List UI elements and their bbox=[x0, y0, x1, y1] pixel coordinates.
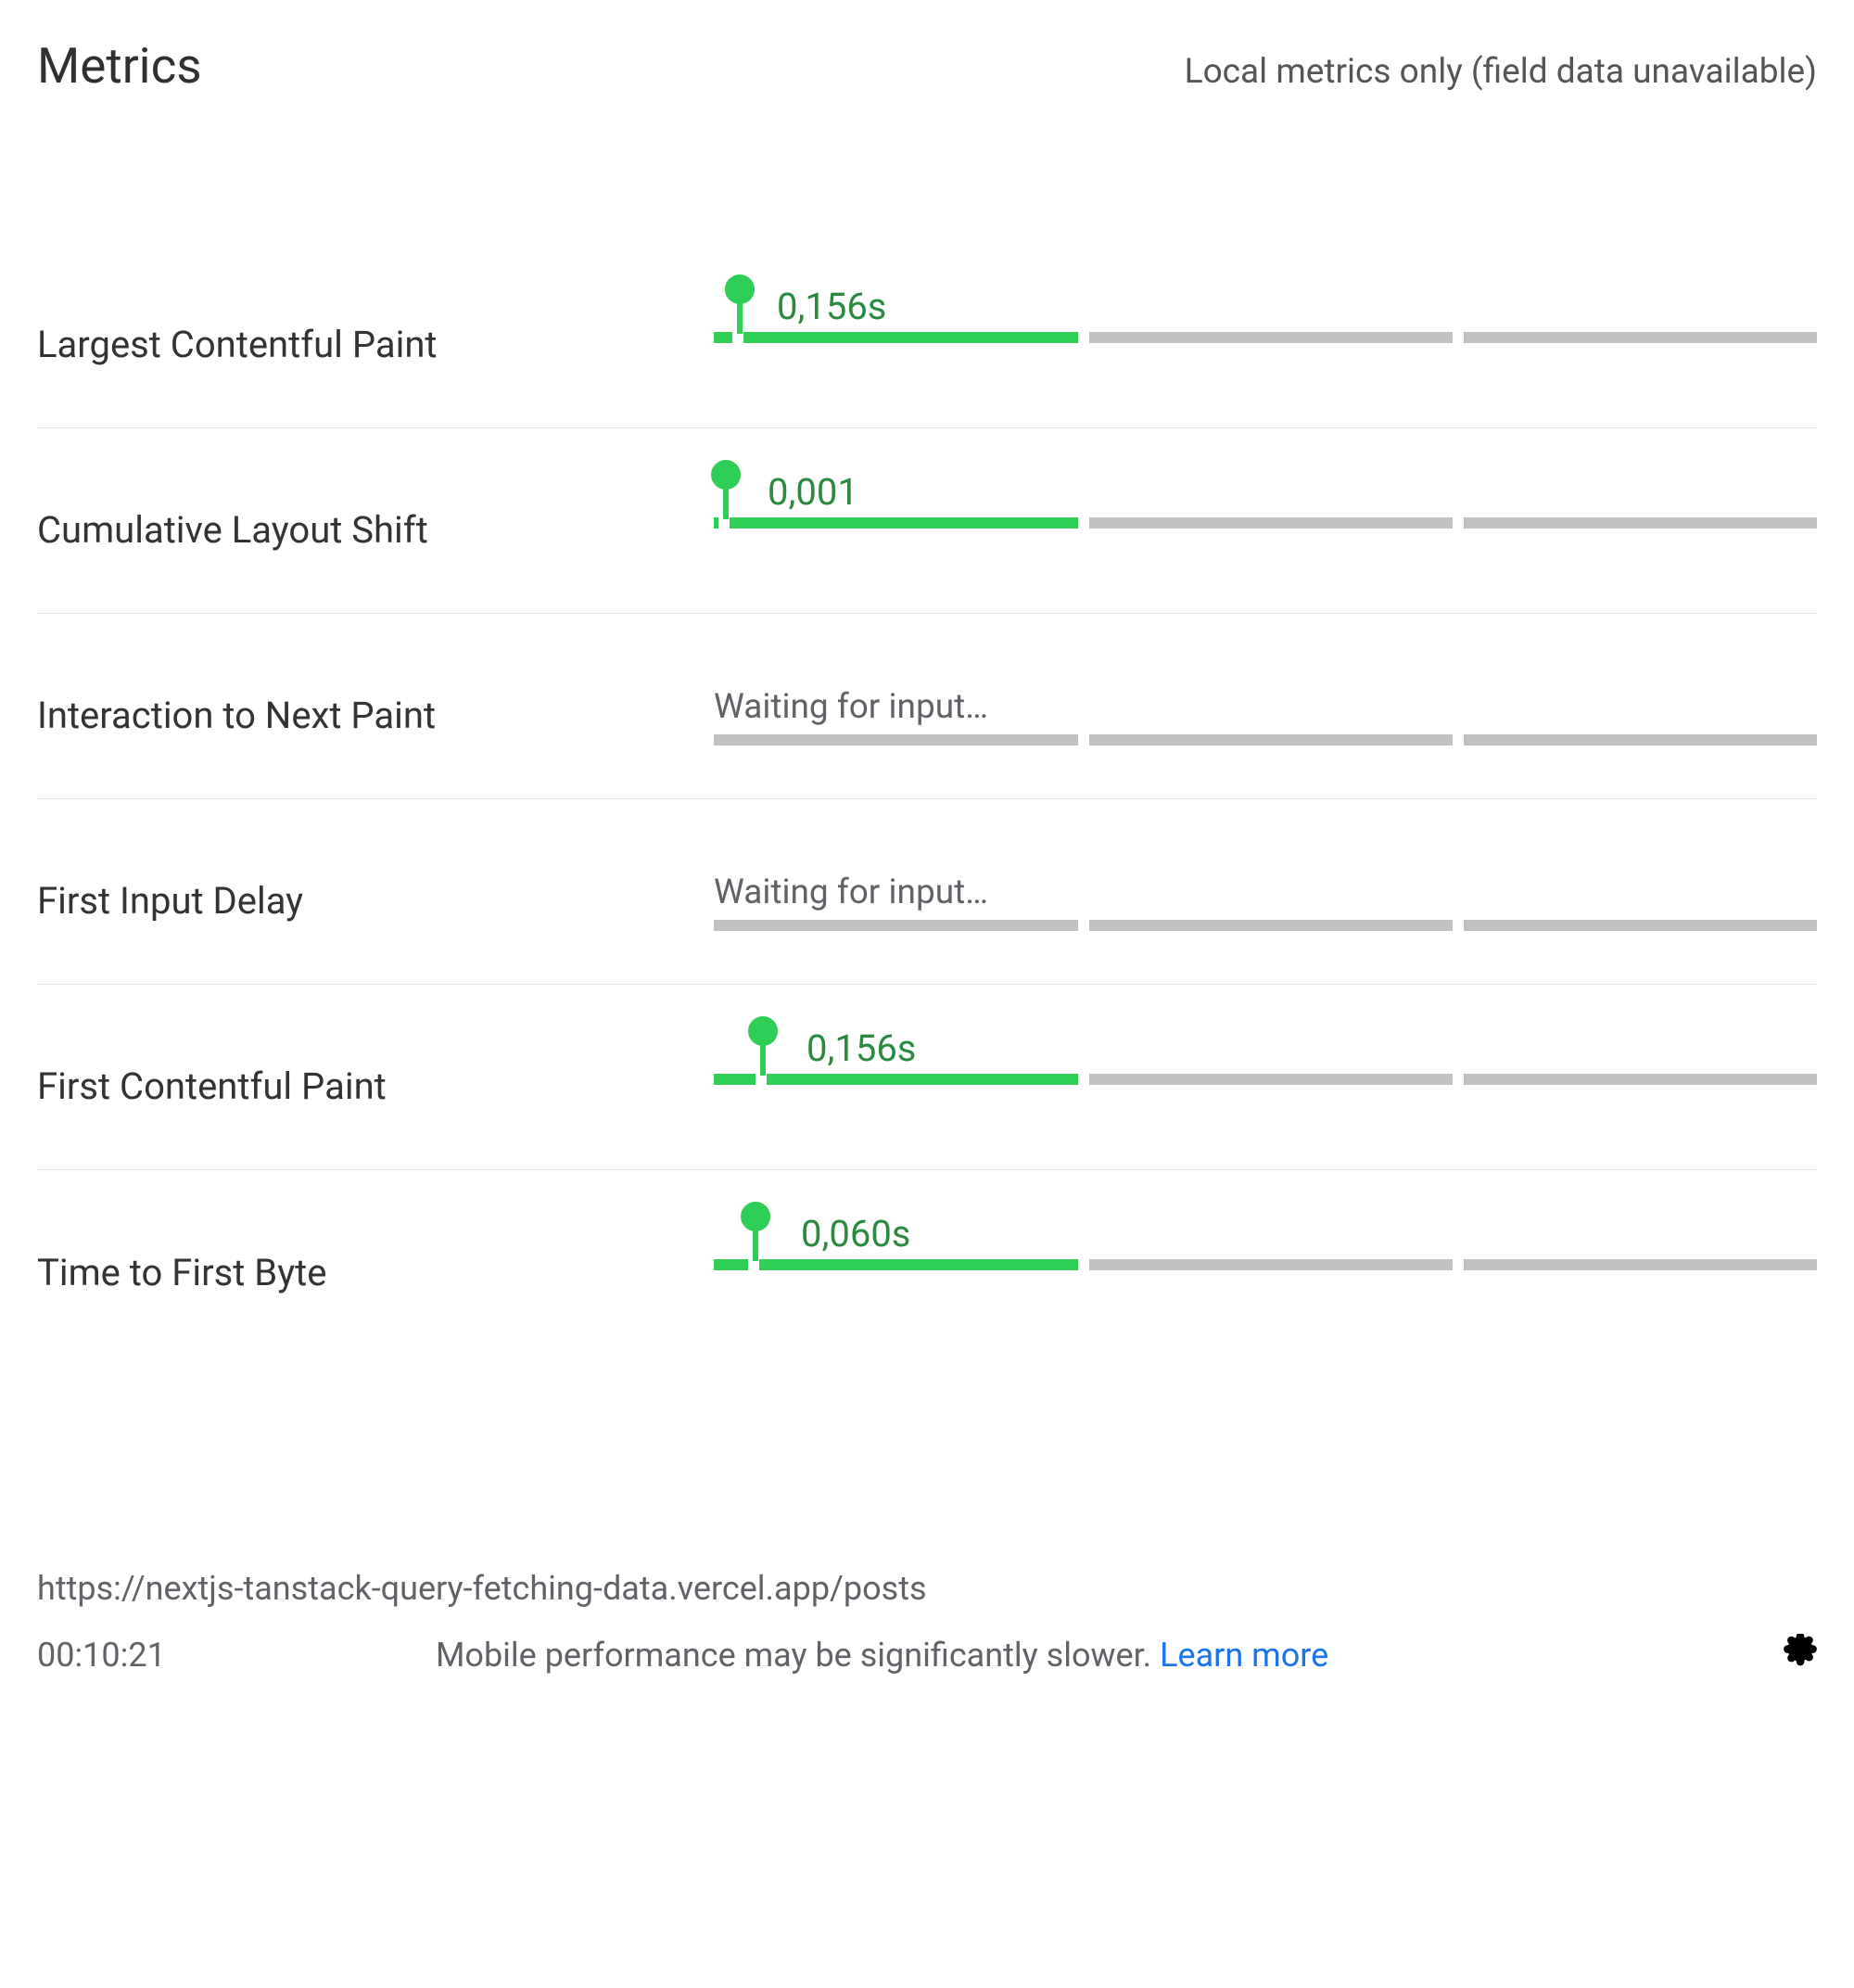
metric-track bbox=[714, 734, 1817, 746]
metric-marker bbox=[723, 480, 729, 519]
metric-label: First Contentful Paint bbox=[37, 1046, 714, 1108]
mobile-warning-text: Mobile performance may be significantly … bbox=[436, 1636, 1160, 1675]
metric-chart: 0,060s bbox=[714, 1183, 1817, 1343]
elapsed-time: 00:10:21 bbox=[37, 1636, 436, 1675]
metric-track bbox=[714, 1074, 1817, 1085]
metric-segment bbox=[1464, 734, 1817, 746]
metric-segment bbox=[1089, 920, 1454, 931]
metric-label: Interaction to Next Paint bbox=[37, 675, 714, 737]
metric-segment-good bbox=[743, 332, 1078, 343]
metric-segment bbox=[1089, 734, 1454, 746]
metric-value: 0,156s bbox=[777, 285, 886, 328]
metric-row[interactable]: Largest Contentful Paint 0,156s bbox=[37, 243, 1817, 428]
metric-label: Largest Contentful Paint bbox=[37, 304, 714, 366]
metric-segment bbox=[714, 734, 1078, 746]
metric-segment-mid bbox=[1089, 332, 1454, 343]
metric-marker bbox=[737, 295, 743, 334]
gear-icon bbox=[1784, 1634, 1817, 1667]
metric-label: Cumulative Layout Shift bbox=[37, 490, 714, 552]
mobile-warning: Mobile performance may be significantly … bbox=[436, 1636, 1784, 1675]
page-title: Metrics bbox=[37, 37, 202, 95]
metric-track bbox=[714, 920, 1817, 931]
settings-button[interactable] bbox=[1784, 1634, 1817, 1676]
metric-marker bbox=[753, 1222, 758, 1261]
metric-segment bbox=[1464, 920, 1817, 931]
metric-row[interactable]: First Input DelayWaiting for input… bbox=[37, 799, 1817, 985]
metric-segment bbox=[714, 920, 1078, 931]
metric-marker bbox=[760, 1037, 766, 1076]
metric-track bbox=[714, 1259, 1817, 1270]
metric-segment-lead bbox=[714, 332, 732, 343]
metric-segment-poor bbox=[1464, 1259, 1817, 1270]
metrics-subtitle: Local metrics only (field data unavailab… bbox=[1185, 52, 1817, 92]
metric-row[interactable]: Interaction to Next PaintWaiting for inp… bbox=[37, 614, 1817, 799]
metric-segment-mid bbox=[1089, 1259, 1454, 1270]
metric-segment-lead bbox=[714, 1259, 748, 1270]
metric-row[interactable]: Time to First Byte 0,060s bbox=[37, 1170, 1817, 1356]
metric-chart: 0,156s bbox=[714, 998, 1817, 1156]
footer: https://nextjs-tanstack-query-fetching-d… bbox=[37, 1569, 1817, 1676]
metric-value: 0,001 bbox=[768, 470, 858, 514]
metric-segment-good bbox=[767, 1074, 1078, 1085]
metric-segment-poor bbox=[1464, 1074, 1817, 1085]
metric-chart: Waiting for input… bbox=[714, 812, 1817, 971]
metric-waiting-text: Waiting for input… bbox=[714, 873, 1817, 912]
current-url: https://nextjs-tanstack-query-fetching-d… bbox=[37, 1569, 1817, 1608]
metric-segment-poor bbox=[1464, 517, 1817, 529]
metric-value: 0,156s bbox=[806, 1026, 916, 1070]
metric-row[interactable]: First Contentful Paint 0,156s bbox=[37, 985, 1817, 1170]
metric-chart: Waiting for input… bbox=[714, 627, 1817, 785]
metric-segment-lead bbox=[714, 517, 718, 529]
learn-more-link[interactable]: Learn more bbox=[1160, 1636, 1328, 1675]
metric-segment-mid bbox=[1089, 1074, 1454, 1085]
metric-segment-mid bbox=[1089, 517, 1454, 529]
metric-row[interactable]: Cumulative Layout Shift 0,001 bbox=[37, 428, 1817, 614]
metric-waiting-text: Waiting for input… bbox=[714, 687, 1817, 727]
metric-chart: 0,156s bbox=[714, 256, 1817, 414]
metric-label: First Input Delay bbox=[37, 860, 714, 923]
metric-segment-good bbox=[730, 517, 1078, 529]
metric-label: Time to First Byte bbox=[37, 1232, 714, 1294]
metric-segment-good bbox=[759, 1259, 1078, 1270]
metric-value: 0,060s bbox=[801, 1212, 910, 1255]
metric-segment-poor bbox=[1464, 332, 1817, 343]
metrics-header: Metrics Local metrics only (field data u… bbox=[37, 37, 1817, 95]
metric-track bbox=[714, 517, 1817, 529]
metric-segment-lead bbox=[714, 1074, 756, 1085]
metric-chart: 0,001 bbox=[714, 441, 1817, 600]
metrics-list: Largest Contentful Paint 0,156s Cumulative… bbox=[37, 243, 1817, 1356]
metric-track bbox=[714, 332, 1817, 343]
